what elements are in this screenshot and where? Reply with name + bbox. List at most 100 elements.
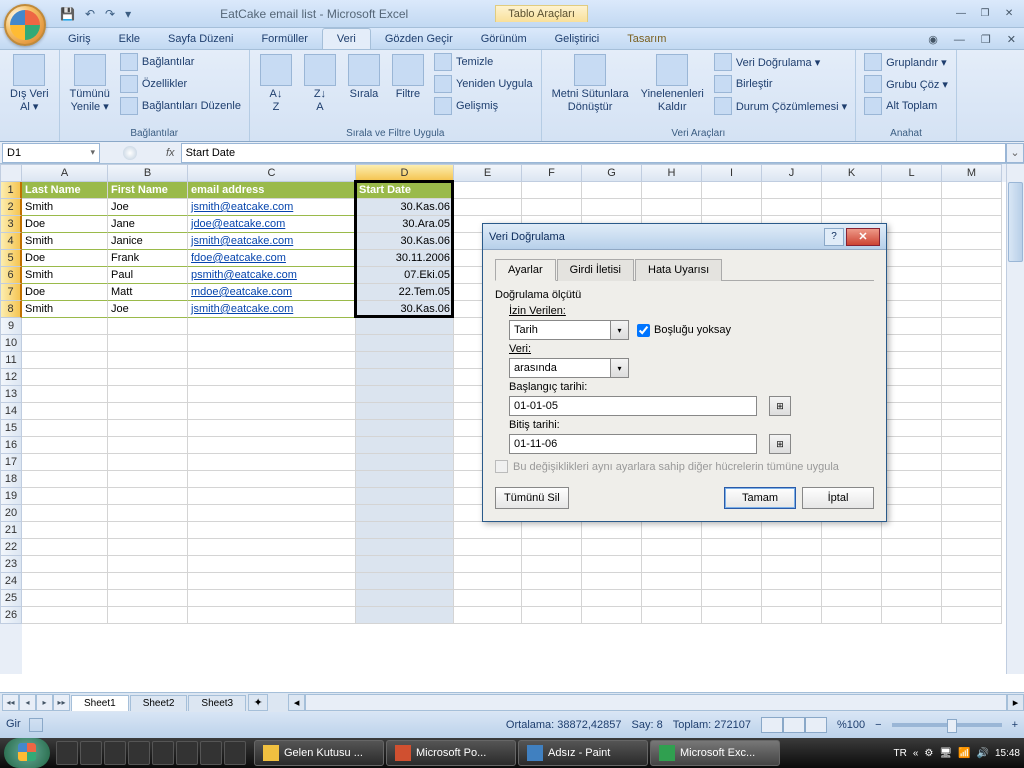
name-box[interactable]: D1 bbox=[2, 143, 100, 163]
cell[interactable] bbox=[582, 539, 642, 556]
cell[interactable]: Doe bbox=[22, 284, 108, 301]
cell[interactable] bbox=[108, 318, 188, 335]
cell[interactable] bbox=[188, 505, 356, 522]
cell[interactable]: Frank bbox=[108, 250, 188, 267]
cell[interactable] bbox=[22, 539, 108, 556]
cell[interactable] bbox=[882, 182, 942, 199]
cell[interactable] bbox=[356, 522, 454, 539]
ribbon-button[interactable]: Özellikler bbox=[118, 74, 243, 94]
row-header-2[interactable]: 2 bbox=[0, 199, 22, 216]
cell[interactable] bbox=[702, 182, 762, 199]
cell[interactable] bbox=[356, 505, 454, 522]
cell[interactable] bbox=[356, 420, 454, 437]
ribbon-button[interactable]: YinelenenleriKaldır bbox=[637, 52, 708, 116]
qat-save-icon[interactable]: 💾 bbox=[58, 7, 77, 21]
row-header-13[interactable]: 13 bbox=[0, 386, 22, 403]
cell[interactable] bbox=[188, 488, 356, 505]
tray-icon[interactable]: 🖥 bbox=[939, 748, 952, 759]
cell[interactable]: Joe bbox=[108, 199, 188, 216]
cancel-button[interactable]: İptal bbox=[802, 487, 874, 509]
cell[interactable] bbox=[356, 607, 454, 624]
sheet-nav-prev-icon[interactable]: ◂ bbox=[19, 694, 36, 711]
cell[interactable] bbox=[108, 335, 188, 352]
cell[interactable] bbox=[108, 454, 188, 471]
cell[interactable] bbox=[188, 420, 356, 437]
end-date-ref-icon[interactable]: ⊞ bbox=[769, 434, 791, 454]
cell[interactable] bbox=[188, 437, 356, 454]
row-header-22[interactable]: 22 bbox=[0, 539, 22, 556]
cell[interactable] bbox=[822, 182, 882, 199]
ribbon-button[interactable]: TümünüYenile ▾ bbox=[66, 52, 114, 116]
tray-volume-icon[interactable]: 🔊 bbox=[977, 748, 989, 759]
app-close-button[interactable]: ✕ bbox=[999, 30, 1024, 49]
ribbon-tab-formüller[interactable]: Formüller bbox=[247, 29, 321, 49]
cell[interactable] bbox=[22, 556, 108, 573]
cell[interactable]: jsmith@eatcake.com bbox=[188, 233, 356, 250]
cell[interactable] bbox=[522, 607, 582, 624]
cell[interactable] bbox=[108, 522, 188, 539]
cell[interactable]: jdoe@eatcake.com bbox=[188, 216, 356, 233]
ribbon-button[interactable]: Bağlantıları Düzenle bbox=[118, 96, 243, 116]
cell[interactable] bbox=[454, 199, 522, 216]
cell[interactable] bbox=[108, 590, 188, 607]
cell[interactable] bbox=[454, 556, 522, 573]
row-header-7[interactable]: 7 bbox=[0, 284, 22, 301]
cell[interactable] bbox=[882, 403, 942, 420]
ribbon-button[interactable]: Gruplandır ▾ bbox=[862, 52, 950, 72]
col-header-G[interactable]: G bbox=[582, 164, 642, 182]
cell[interactable] bbox=[942, 437, 1002, 454]
cell[interactable] bbox=[882, 233, 942, 250]
cell[interactable] bbox=[522, 573, 582, 590]
ribbon-button[interactable]: Sırala bbox=[344, 52, 384, 103]
ignore-blank-checkbox[interactable]: Boşluğu yoksay bbox=[637, 324, 731, 337]
cell[interactable] bbox=[882, 335, 942, 352]
allow-combo[interactable]: Tarih▾ bbox=[509, 320, 629, 340]
data-combo[interactable]: arasında▾ bbox=[509, 358, 629, 378]
col-header-H[interactable]: H bbox=[642, 164, 702, 182]
taskbar-item[interactable]: Microsoft Po... bbox=[386, 740, 516, 766]
cell[interactable] bbox=[356, 369, 454, 386]
cell[interactable] bbox=[702, 539, 762, 556]
cell[interactable] bbox=[582, 556, 642, 573]
cell[interactable] bbox=[822, 522, 882, 539]
row-header-3[interactable]: 3 bbox=[0, 216, 22, 233]
doc-close-button[interactable]: ✕ bbox=[998, 5, 1020, 23]
cell[interactable] bbox=[22, 590, 108, 607]
view-pagebreak-icon[interactable] bbox=[805, 717, 827, 733]
cell[interactable] bbox=[22, 420, 108, 437]
cell[interactable] bbox=[108, 607, 188, 624]
zoom-in-button[interactable]: + bbox=[1012, 719, 1018, 731]
cell[interactable] bbox=[108, 573, 188, 590]
cell[interactable] bbox=[942, 284, 1002, 301]
cell[interactable]: 30.Kas.06 bbox=[356, 199, 454, 216]
insert-function-btn[interactable] bbox=[123, 146, 137, 160]
cell[interactable] bbox=[882, 437, 942, 454]
cell[interactable] bbox=[356, 403, 454, 420]
cell[interactable] bbox=[22, 437, 108, 454]
cell[interactable] bbox=[942, 267, 1002, 284]
cell[interactable]: jsmith@eatcake.com bbox=[188, 199, 356, 216]
cell[interactable] bbox=[22, 573, 108, 590]
cell[interactable] bbox=[522, 182, 582, 199]
cell[interactable] bbox=[582, 199, 642, 216]
cell[interactable] bbox=[22, 488, 108, 505]
tray-expand-icon[interactable]: « bbox=[913, 748, 919, 759]
vertical-scrollbar[interactable] bbox=[1006, 164, 1024, 674]
cell[interactable] bbox=[882, 488, 942, 505]
hscroll-track[interactable] bbox=[305, 694, 1007, 711]
cell[interactable] bbox=[188, 556, 356, 573]
row-header-19[interactable]: 19 bbox=[0, 488, 22, 505]
cell[interactable] bbox=[882, 199, 942, 216]
cell[interactable] bbox=[882, 573, 942, 590]
ql-icon[interactable] bbox=[104, 741, 126, 765]
cell[interactable] bbox=[882, 284, 942, 301]
cell[interactable] bbox=[108, 403, 188, 420]
cell[interactable] bbox=[22, 505, 108, 522]
row-header-8[interactable]: 8 bbox=[0, 301, 22, 318]
col-header-B[interactable]: B bbox=[108, 164, 188, 182]
cell[interactable] bbox=[356, 539, 454, 556]
start-button[interactable] bbox=[4, 738, 50, 768]
ribbon-tab-gözden geçir[interactable]: Gözden Geçir bbox=[371, 29, 467, 49]
cell[interactable]: Smith bbox=[22, 301, 108, 318]
zoom-out-button[interactable]: − bbox=[875, 719, 881, 731]
